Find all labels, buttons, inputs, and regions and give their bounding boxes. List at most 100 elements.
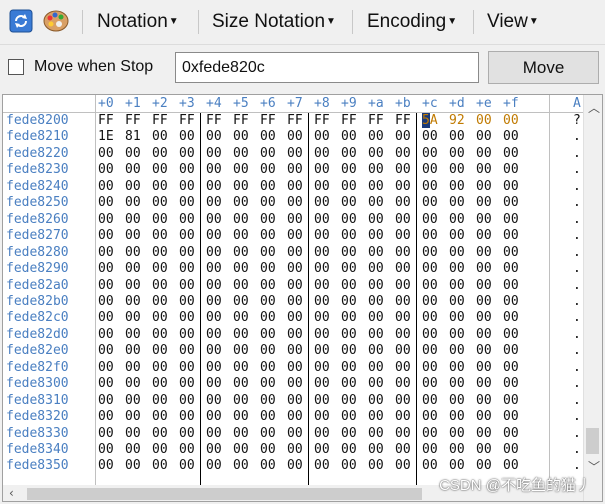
byte-cell[interactable]: 00 <box>179 162 195 177</box>
byte-cell[interactable]: 5A <box>422 113 438 128</box>
byte-cell[interactable]: 00 <box>368 442 384 457</box>
byte-cell[interactable]: 00 <box>503 294 519 309</box>
byte-cell[interactable]: 00 <box>341 195 357 210</box>
byte-cell[interactable]: 00 <box>233 212 249 227</box>
byte-cell[interactable]: 00 <box>260 261 276 276</box>
byte-cell[interactable]: 00 <box>233 458 249 473</box>
byte-cell[interactable]: FF <box>260 113 276 128</box>
byte-cell[interactable]: 00 <box>449 162 465 177</box>
byte-cell[interactable]: 00 <box>206 343 222 358</box>
byte-cell[interactable]: 00 <box>98 146 114 161</box>
byte-cell[interactable]: 00 <box>368 278 384 293</box>
byte-cell[interactable]: 00 <box>449 393 465 408</box>
byte-cell[interactable]: 00 <box>503 343 519 358</box>
refresh-button[interactable] <box>8 8 36 36</box>
byte-cell[interactable]: 00 <box>287 426 303 441</box>
byte-cell[interactable]: 00 <box>233 129 249 144</box>
notation-menu[interactable]: Notation▼ <box>97 11 179 33</box>
byte-cell[interactable]: 00 <box>341 245 357 260</box>
byte-cell[interactable]: 00 <box>341 458 357 473</box>
byte-cell[interactable]: 00 <box>233 195 249 210</box>
byte-cell[interactable]: 00 <box>395 310 411 325</box>
byte-cell[interactable]: 00 <box>368 162 384 177</box>
byte-cell[interactable]: 00 <box>449 212 465 227</box>
byte-cell[interactable]: 00 <box>449 261 465 276</box>
byte-cell[interactable]: 00 <box>449 228 465 243</box>
byte-cell[interactable]: 00 <box>503 360 519 375</box>
byte-cell[interactable]: 00 <box>287 360 303 375</box>
byte-cell[interactable]: 00 <box>341 228 357 243</box>
byte-cell[interactable]: 00 <box>476 129 492 144</box>
byte-cell[interactable]: 00 <box>206 162 222 177</box>
byte-cell[interactable]: 00 <box>314 245 330 260</box>
byte-cell[interactable]: FF <box>98 113 114 128</box>
byte-cell[interactable]: 00 <box>179 195 195 210</box>
byte-cell[interactable]: 00 <box>314 393 330 408</box>
byte-cell[interactable]: 00 <box>152 179 168 194</box>
byte-cell[interactable]: 81 <box>125 129 141 144</box>
byte-cell[interactable]: 00 <box>152 129 168 144</box>
byte-cell[interactable]: 00 <box>152 458 168 473</box>
byte-cell[interactable]: 00 <box>98 212 114 227</box>
size-notation-menu[interactable]: Size Notation▼ <box>212 11 336 33</box>
byte-cell[interactable]: 00 <box>287 146 303 161</box>
byte-cell[interactable]: 00 <box>341 294 357 309</box>
byte-cell[interactable]: 00 <box>395 179 411 194</box>
byte-cell[interactable]: 00 <box>260 442 276 457</box>
byte-cell[interactable]: 00 <box>287 376 303 391</box>
byte-cell[interactable]: FF <box>152 113 168 128</box>
byte-cell[interactable]: 00 <box>503 310 519 325</box>
byte-cell[interactable]: 00 <box>422 162 438 177</box>
byte-cell[interactable]: 00 <box>98 294 114 309</box>
byte-cell[interactable]: 00 <box>287 343 303 358</box>
byte-cell[interactable]: 00 <box>233 360 249 375</box>
byte-cell[interactable]: 00 <box>179 245 195 260</box>
byte-cell[interactable]: 00 <box>395 426 411 441</box>
byte-cell[interactable]: 00 <box>395 129 411 144</box>
byte-cell[interactable]: 00 <box>98 278 114 293</box>
byte-cell[interactable]: 00 <box>152 261 168 276</box>
byte-cell[interactable]: 00 <box>368 212 384 227</box>
byte-cell[interactable]: 00 <box>125 458 141 473</box>
byte-cell[interactable]: 00 <box>422 212 438 227</box>
byte-cell[interactable]: 00 <box>449 442 465 457</box>
byte-cell[interactable]: 00 <box>179 212 195 227</box>
byte-cell[interactable]: 00 <box>98 458 114 473</box>
byte-cell[interactable]: 00 <box>395 228 411 243</box>
byte-cell[interactable]: 00 <box>395 146 411 161</box>
byte-cell[interactable]: 00 <box>395 343 411 358</box>
byte-cell[interactable]: 00 <box>125 228 141 243</box>
byte-cell[interactable]: 00 <box>179 343 195 358</box>
byte-cell[interactable]: 00 <box>125 376 141 391</box>
byte-cell[interactable]: 00 <box>422 195 438 210</box>
byte-cell[interactable]: 00 <box>287 278 303 293</box>
byte-cell[interactable]: 00 <box>395 195 411 210</box>
byte-cell[interactable]: 00 <box>503 245 519 260</box>
byte-cell[interactable]: 00 <box>152 442 168 457</box>
byte-cell[interactable]: 00 <box>233 393 249 408</box>
byte-cell[interactable]: 00 <box>125 261 141 276</box>
byte-cell[interactable]: 00 <box>422 442 438 457</box>
byte-cell[interactable]: 00 <box>449 278 465 293</box>
byte-cell[interactable]: 00 <box>152 294 168 309</box>
byte-cell[interactable]: 00 <box>287 409 303 424</box>
byte-cell[interactable]: 00 <box>368 129 384 144</box>
byte-cell[interactable]: 00 <box>368 458 384 473</box>
byte-cell[interactable]: 00 <box>341 343 357 358</box>
byte-cell[interactable]: 00 <box>341 442 357 457</box>
byte-cell[interactable]: 00 <box>341 146 357 161</box>
byte-cell[interactable]: 00 <box>449 310 465 325</box>
byte-cell[interactable]: 00 <box>260 228 276 243</box>
byte-cell[interactable]: FF <box>206 113 222 128</box>
byte-cell[interactable]: 00 <box>341 179 357 194</box>
byte-cell[interactable]: 00 <box>98 426 114 441</box>
byte-cell[interactable]: 00 <box>422 426 438 441</box>
byte-cell[interactable]: 00 <box>152 393 168 408</box>
byte-cell[interactable]: 00 <box>179 228 195 243</box>
byte-cell[interactable]: 00 <box>341 327 357 342</box>
byte-cell[interactable]: 00 <box>125 162 141 177</box>
byte-cell[interactable]: 00 <box>341 261 357 276</box>
byte-cell[interactable]: 00 <box>260 245 276 260</box>
byte-cell[interactable]: 00 <box>179 278 195 293</box>
byte-cell[interactable]: 00 <box>260 294 276 309</box>
